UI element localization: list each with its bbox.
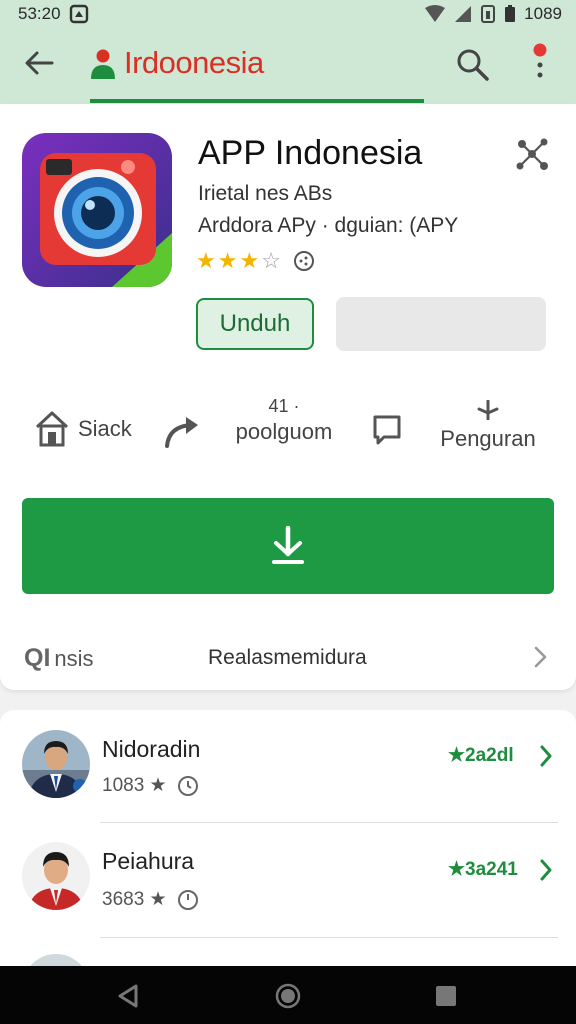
pin-icon bbox=[477, 399, 499, 421]
list-item-count: 1083 ★ bbox=[102, 775, 167, 796]
list-item-meta: 3683 ★ bbox=[102, 888, 199, 911]
action-count: 41 · bbox=[268, 396, 300, 416]
battery-icon bbox=[505, 5, 516, 22]
clock-icon bbox=[177, 775, 198, 796]
divider bbox=[100, 822, 558, 823]
details-suffix: nsis bbox=[54, 645, 94, 671]
action-label: poolguom bbox=[235, 419, 333, 444]
nav-recents-icon[interactable] bbox=[432, 982, 460, 1010]
app-bar-title: Irdoonesia bbox=[124, 45, 264, 80]
developer-list: Nidoradin 1083 ★ ★2a2dl Peiahura 3683 ★ … bbox=[0, 710, 576, 1022]
list-item[interactable]: Peiahura 3683 ★ ★3a241 bbox=[0, 824, 576, 938]
star-icon: ★ bbox=[217, 248, 238, 273]
camera-app-icon bbox=[22, 133, 172, 287]
chevron-right-icon bbox=[540, 859, 552, 881]
comment-icon[interactable] bbox=[372, 414, 402, 446]
list-item-count: 3683 ★ bbox=[102, 889, 167, 910]
back-arrow-icon[interactable] bbox=[22, 46, 56, 80]
action-penguran[interactable]: Penguran bbox=[436, 399, 540, 452]
status-time: 53:20 bbox=[18, 4, 61, 23]
download-icon bbox=[272, 526, 304, 564]
developer-name[interactable]: Irietal nes ABs bbox=[198, 182, 332, 206]
action-label: Penguran bbox=[440, 426, 536, 451]
info-icon[interactable] bbox=[293, 250, 315, 272]
app-icon[interactable] bbox=[22, 133, 172, 287]
avatar bbox=[22, 842, 90, 910]
list-item[interactable]: Nidoradin 1083 ★ ★2a2dl bbox=[0, 710, 576, 824]
action-siack[interactable]: Siack bbox=[34, 410, 132, 448]
list-item-name: Nidoradin bbox=[102, 736, 201, 762]
rating-stars: ★ ★ ★ ☆ bbox=[196, 248, 315, 274]
notification-icon bbox=[69, 4, 88, 24]
star-icon: ★ bbox=[239, 248, 260, 273]
list-item-name: Peiahura bbox=[102, 848, 195, 874]
share-arrow-icon[interactable] bbox=[164, 414, 202, 448]
star-icon: ★ bbox=[196, 248, 216, 273]
details-left: QI nsis bbox=[24, 644, 94, 673]
signal-icon bbox=[455, 6, 472, 22]
details-row[interactable]: QI nsis Realasmemidura bbox=[0, 634, 576, 678]
chevron-right-icon bbox=[534, 646, 547, 668]
avatar bbox=[22, 730, 90, 798]
list-item-meta: 1083 ★ bbox=[102, 774, 199, 797]
details-text: Realasmemidura bbox=[208, 646, 367, 669]
person-icon bbox=[91, 49, 115, 79]
app-name: APP Indonesia bbox=[198, 134, 423, 172]
install-button[interactable]: Unduh bbox=[196, 298, 314, 350]
tab-indicator bbox=[90, 99, 424, 103]
battery-level: 1089 bbox=[524, 4, 562, 23]
wifi-icon bbox=[425, 5, 446, 22]
list-item-rating: ★3a241 bbox=[448, 859, 518, 880]
details-prefix: QI bbox=[24, 644, 51, 672]
app-bar: Irdoonesia bbox=[0, 28, 576, 104]
divider bbox=[100, 937, 558, 938]
sim-icon bbox=[481, 5, 496, 23]
system-nav-bar bbox=[0, 966, 576, 1024]
download-button[interactable] bbox=[22, 498, 554, 594]
star-empty-icon: ☆ bbox=[261, 248, 281, 273]
home-icon bbox=[35, 411, 69, 447]
search-icon[interactable] bbox=[454, 46, 490, 82]
secondary-button[interactable] bbox=[336, 297, 546, 351]
more-options-icon[interactable] bbox=[530, 42, 550, 82]
app-category: Arddora APy · dguian: (APY bbox=[198, 214, 459, 237]
action-label: Siack bbox=[78, 416, 132, 441]
chevron-right-icon bbox=[540, 745, 552, 767]
app-detail-card: APP Indonesia Irietal nes ABs Arddora AP… bbox=[0, 104, 576, 690]
status-bar: 53:20 1089 bbox=[0, 0, 576, 28]
action-poolguom[interactable]: 41 · poolguom bbox=[232, 396, 336, 445]
list-item-rating: ★2a2dl bbox=[448, 745, 514, 766]
actions-row: Siack 41 · poolguom Penguran bbox=[0, 394, 576, 474]
nav-home-icon[interactable] bbox=[274, 982, 302, 1010]
nav-back-icon[interactable] bbox=[114, 982, 142, 1010]
share-icon[interactable] bbox=[514, 136, 550, 172]
clock-icon bbox=[177, 889, 198, 910]
